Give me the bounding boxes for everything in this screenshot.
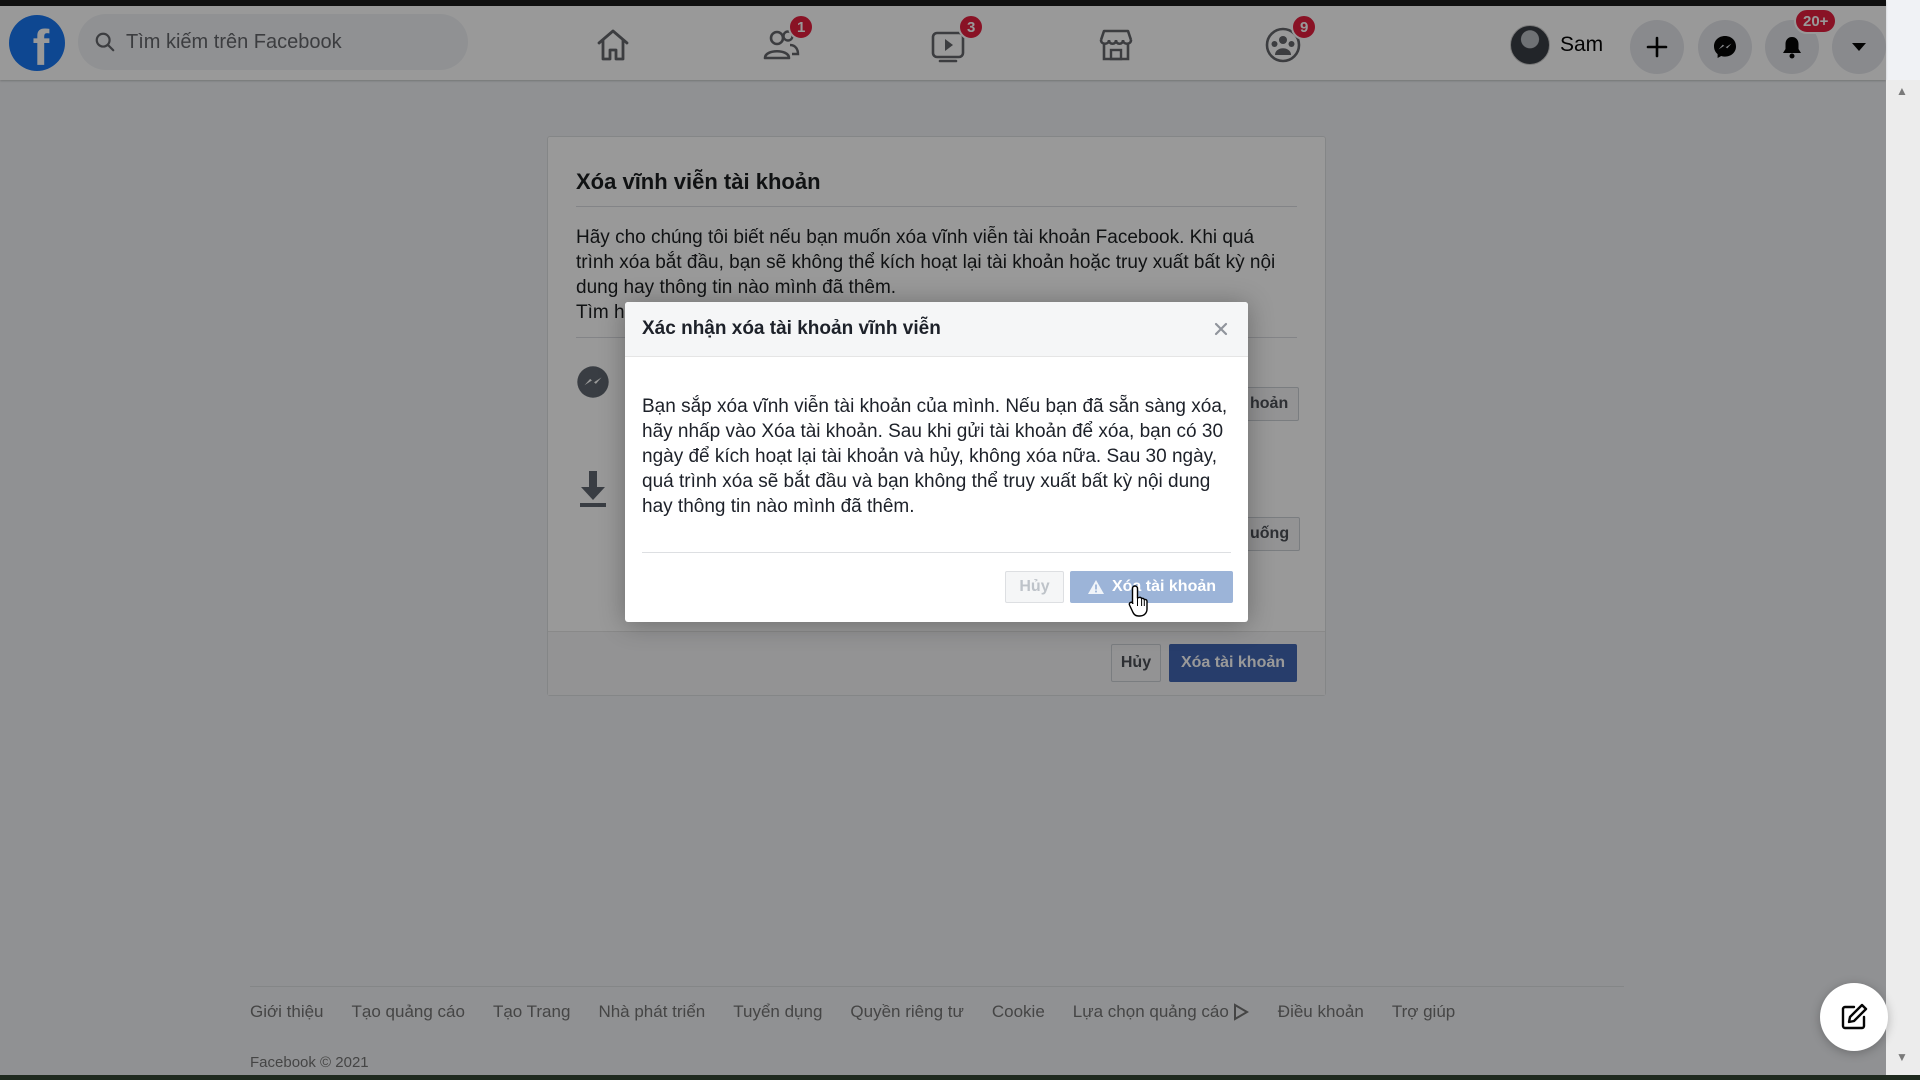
scroll-up-arrow[interactable]: ▲ xyxy=(1896,84,1908,98)
new-message-button[interactable] xyxy=(1820,983,1888,1051)
dialog-header: Xác nhận xóa tài khoản vĩnh viễn xyxy=(625,302,1248,357)
dialog-close-button[interactable] xyxy=(1210,318,1232,340)
new-message-icon xyxy=(1841,1003,1868,1030)
divider xyxy=(642,552,1231,553)
dialog-message: Bạn sắp xóa vĩnh viễn tài khoản của mình… xyxy=(642,396,1228,517)
scroll-down-arrow[interactable]: ▼ xyxy=(1896,1050,1908,1064)
warning-icon xyxy=(1087,580,1104,594)
close-icon xyxy=(1214,322,1228,336)
hand-cursor-icon xyxy=(1128,584,1152,623)
confirm-delete-dialog: Xác nhận xóa tài khoản vĩnh viễn Bạn sắp… xyxy=(625,302,1248,622)
scrollbar-thumb[interactable] xyxy=(1892,104,1914,1054)
scrollbar[interactable]: ▲ ▼ xyxy=(1886,80,1920,1080)
window-bottom-edge xyxy=(0,1075,1920,1080)
dialog-cancel-button[interactable]: Hủy xyxy=(1005,571,1064,603)
dialog-title: Xác nhận xóa tài khoản vĩnh viễn xyxy=(642,318,941,339)
